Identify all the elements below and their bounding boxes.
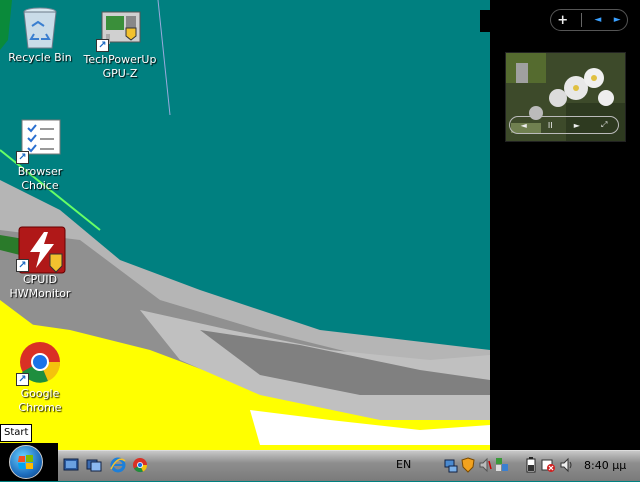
slideshow-expand-button[interactable]: ⤢ [601, 120, 607, 130]
chrome-icon: ↗ [16, 340, 62, 386]
hwmonitor-label: CPUID HWMonitor [9, 273, 71, 300]
show-desktop-icon[interactable] [63, 457, 79, 473]
windows-logo-icon [18, 455, 33, 469]
security-icon[interactable] [461, 457, 475, 473]
shortcut-arrow-icon: ↗ [96, 39, 109, 52]
slideshow-controls: ◄ II ► ⤢ [509, 116, 619, 134]
gadgets-icon[interactable] [495, 457, 509, 473]
slideshow-pause-button[interactable]: II [548, 121, 553, 130]
speaker-icon[interactable] [478, 457, 492, 473]
recycle-bin-label: Recycle Bin [8, 51, 72, 64]
control-separator [580, 13, 582, 27]
add-gadget-button[interactable]: + [557, 13, 568, 28]
desktop-icon-google-chrome[interactable]: ↗ Google Chrome [0, 340, 80, 415]
action-center-icon[interactable] [541, 457, 555, 473]
start-tooltip: Start [0, 424, 33, 442]
taskbar-clock[interactable]: 8:40 μμ [584, 459, 626, 472]
network-icon[interactable] [444, 457, 458, 473]
browser-choice-icon: ↗ [16, 118, 62, 164]
slideshow-next-button[interactable]: ► [574, 121, 580, 130]
start-button[interactable] [9, 445, 43, 479]
desktop-icon-browser-choice[interactable]: ↗ Browser Choice [0, 118, 80, 193]
shortcut-arrow-icon: ↗ [16, 373, 29, 386]
volume-icon[interactable] [560, 457, 574, 473]
sidebar-gadget-controls: + ◄ ► [550, 9, 628, 31]
hwmonitor-icon: ↗ [16, 226, 66, 274]
recycle-bin-icon [18, 4, 62, 49]
start-button-area [0, 443, 58, 481]
gpu-z-label: TechPowerUp GPU-Z [83, 53, 157, 80]
slideshow-previous-button[interactable]: ◄ [521, 121, 527, 130]
battery-icon[interactable] [524, 457, 538, 473]
desktop-icon-gpu-z[interactable]: ↗ TechPowerUp GPU-Z [80, 6, 160, 81]
shortcut-arrow-icon: ↗ [16, 151, 29, 164]
browser-choice-label: Browser Choice [17, 165, 63, 192]
desktop-icon-recycle-bin[interactable]: Recycle Bin [0, 4, 80, 65]
chrome-icon[interactable] [132, 457, 148, 473]
taskbar: EN 8:40 μμ [0, 443, 640, 481]
previous-gadget-page-button[interactable]: ◄ [594, 15, 601, 25]
desktop-icon-hwmonitor[interactable]: ↗ CPUID HWMonitor [0, 226, 80, 301]
shortcut-arrow-icon: ↗ [16, 259, 29, 272]
next-gadget-page-button[interactable]: ► [614, 15, 621, 25]
google-chrome-label: Google Chrome [18, 387, 62, 414]
switch-windows-icon[interactable] [86, 457, 102, 473]
language-indicator[interactable]: EN [396, 458, 411, 471]
internet-explorer-icon[interactable] [110, 457, 126, 473]
gpu-z-icon: ↗ [96, 6, 142, 52]
